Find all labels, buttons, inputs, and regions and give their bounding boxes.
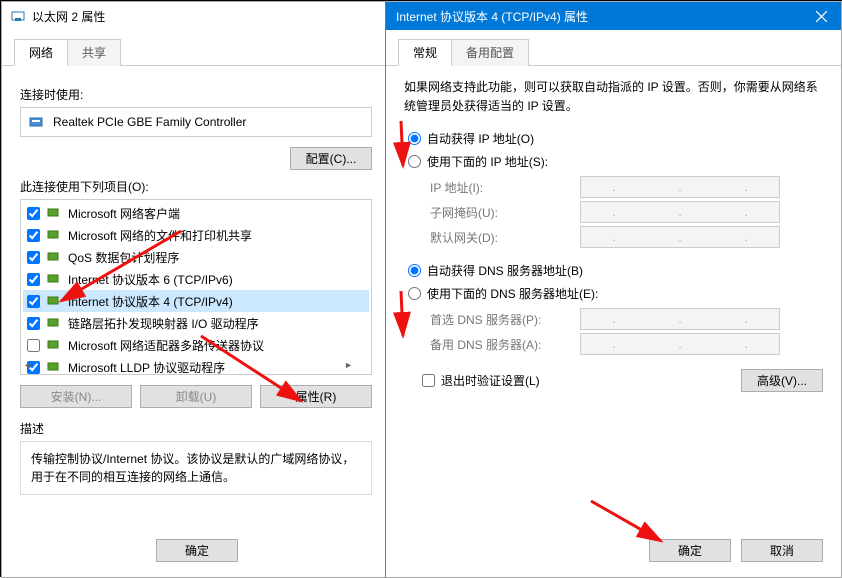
ethernet-properties-window: 以太网 2 属性 网络 共享 连接时使用: Realtek PCIe GBE F… — [1, 1, 391, 578]
tab-network[interactable]: 网络 — [14, 39, 68, 66]
protocol-label: 链路层拓扑发现映射器 I/O 驱动程序 — [68, 315, 259, 332]
mask-input: ... — [580, 201, 780, 223]
validate-label: 退出时验证设置(L) — [441, 372, 540, 389]
items-label: 此连接使用下列项目(O): — [20, 178, 372, 195]
auto-ip-radio-input[interactable] — [408, 132, 421, 145]
right-titlebar: Internet 协议版本 4 (TCP/IPv4) 属性 — [386, 2, 841, 30]
install-button[interactable]: 安装(N)... — [20, 385, 132, 408]
protocol-label: Internet 协议版本 6 (TCP/IPv6) — [68, 271, 233, 288]
right-ok-button[interactable]: 确定 — [649, 539, 731, 562]
manual-dns-radio-input[interactable] — [408, 287, 421, 300]
manual-ip-radio[interactable]: 使用下面的 IP 地址(S): — [408, 153, 823, 170]
protocol-item[interactable]: 链路层拓扑发现映射器 I/O 驱动程序 — [23, 312, 369, 334]
dns1-input: ... — [580, 308, 780, 330]
protocol-checkbox[interactable] — [27, 339, 40, 352]
validate-checkbox[interactable] — [422, 374, 435, 387]
description-legend: 描述 — [20, 420, 372, 437]
tab-sharing[interactable]: 共享 — [67, 39, 121, 66]
protocol-item[interactable]: Internet 协议版本 4 (TCP/IPv4) — [23, 290, 369, 312]
ipv4-properties-window: Internet 协议版本 4 (TCP/IPv4) 属性 常规 备用配置 如果… — [385, 1, 842, 578]
protocol-label: Microsoft 网络适配器多路传送器协议 — [68, 337, 264, 354]
protocol-item[interactable]: QoS 数据包计划程序 — [23, 246, 369, 268]
auto-ip-label: 自动获得 IP 地址(O) — [427, 130, 534, 147]
protocol-icon — [46, 205, 62, 221]
mask-label: 子网掩码(U): — [430, 204, 580, 221]
tab-general[interactable]: 常规 — [398, 39, 452, 66]
uninstall-button[interactable]: 卸载(U) — [140, 385, 252, 408]
protocol-item[interactable]: Microsoft 网络客户端 — [23, 202, 369, 224]
properties-button[interactable]: 属性(R) — [260, 385, 372, 408]
manual-ip-radio-input[interactable] — [408, 155, 421, 168]
adapter-name: Realtek PCIe GBE Family Controller — [53, 115, 246, 129]
protocol-label: Microsoft 网络客户端 — [68, 205, 180, 222]
auto-dns-radio[interactable]: 自动获得 DNS 服务器地址(B) — [408, 262, 823, 279]
protocol-icon — [46, 315, 62, 331]
protocol-checkbox[interactable] — [27, 295, 40, 308]
auto-ip-radio[interactable]: 自动获得 IP 地址(O) — [408, 130, 823, 147]
tab-alternate[interactable]: 备用配置 — [451, 39, 529, 66]
protocol-checkbox[interactable] — [27, 229, 40, 242]
manual-dns-radio[interactable]: 使用下面的 DNS 服务器地址(E): — [408, 285, 823, 302]
configure-button[interactable]: 配置(C)... — [290, 147, 372, 170]
manual-ip-label: 使用下面的 IP 地址(S): — [427, 153, 548, 170]
right-content: 如果网络支持此功能，则可以获取自动指派的 IP 设置。否则，你需要从网络系统管理… — [386, 66, 841, 404]
protocol-checkbox[interactable] — [27, 251, 40, 264]
adapter-box: Realtek PCIe GBE Family Controller — [20, 107, 372, 137]
protocol-icon — [46, 249, 62, 265]
protocol-checkbox[interactable] — [27, 207, 40, 220]
ethernet-icon — [10, 8, 26, 24]
manual-dns-label: 使用下面的 DNS 服务器地址(E): — [427, 285, 598, 302]
adapter-icon — [29, 114, 45, 130]
description-group: 描述 传输控制协议/Internet 协议。该协议是默认的广域网络协议，用于在不… — [20, 420, 372, 495]
left-content: 连接时使用: Realtek PCIe GBE Family Controlle… — [2, 66, 390, 507]
left-ok-button[interactable]: 确定 — [156, 539, 238, 562]
protocol-label: Microsoft 网络的文件和打印机共享 — [68, 227, 252, 244]
gateway-label: 默认网关(D): — [430, 229, 580, 246]
protocol-checkbox[interactable] — [27, 317, 40, 330]
protocol-item[interactable]: Internet 协议版本 6 (TCP/IPv6) — [23, 268, 369, 290]
right-tabs: 常规 备用配置 — [386, 38, 841, 66]
protocol-item[interactable]: Microsoft 网络的文件和打印机共享 — [23, 224, 369, 246]
ip-input: ... — [580, 176, 780, 198]
left-tabs: 网络 共享 — [2, 38, 390, 66]
left-titlebar: 以太网 2 属性 — [2, 2, 390, 30]
right-title: Internet 协议版本 4 (TCP/IPv4) 属性 — [396, 8, 588, 25]
protocol-icon — [46, 271, 62, 287]
protocol-listbox[interactable]: Microsoft 网络客户端 Microsoft 网络的文件和打印机共享 QoS … — [20, 199, 372, 375]
intro-text: 如果网络支持此功能，则可以获取自动指派的 IP 设置。否则，你需要从网络系统管理… — [404, 78, 823, 116]
protocol-icon — [46, 227, 62, 243]
protocol-checkbox[interactable] — [27, 273, 40, 286]
validate-checkbox-row[interactable]: 退出时验证设置(L) — [422, 372, 540, 389]
auto-dns-label: 自动获得 DNS 服务器地址(B) — [427, 262, 583, 279]
gateway-input: ... — [580, 226, 780, 248]
protocol-label: QoS 数据包计划程序 — [68, 249, 179, 266]
description-text: 传输控制协议/Internet 协议。该协议是默认的广域网络协议，用于在不同的相… — [20, 441, 372, 495]
protocol-item[interactable]: Microsoft 网络适配器多路传送器协议 — [23, 334, 369, 356]
right-cancel-button[interactable]: 取消 — [741, 539, 823, 562]
advanced-button[interactable]: 高级(V)... — [741, 369, 823, 392]
scrollbar-horizontal[interactable] — [23, 360, 353, 372]
protocol-icon — [46, 337, 62, 353]
dns2-input: ... — [580, 333, 780, 355]
dns1-label: 首选 DNS 服务器(P): — [430, 311, 580, 328]
left-title: 以太网 2 属性 — [32, 8, 105, 25]
protocol-icon — [46, 293, 62, 309]
ip-label: IP 地址(I): — [430, 179, 580, 196]
connect-using-label: 连接时使用: — [20, 86, 372, 103]
close-button[interactable] — [801, 2, 841, 30]
protocol-label: Internet 协议版本 4 (TCP/IPv4) — [68, 293, 233, 310]
dns2-label: 备用 DNS 服务器(A): — [430, 336, 580, 353]
auto-dns-radio-input[interactable] — [408, 264, 421, 277]
